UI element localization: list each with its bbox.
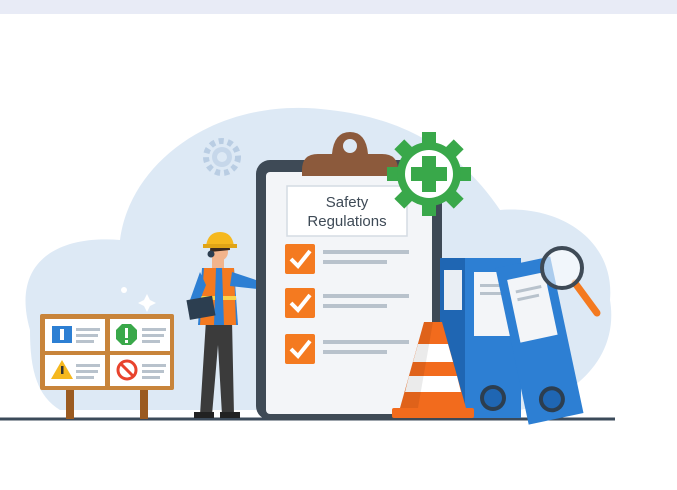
medical-gear-icon — [387, 132, 471, 216]
clipboard-title-line1: Safety — [326, 194, 369, 211]
clipboard-title-line2: Regulations — [307, 213, 386, 230]
safety-regulations-illustration: Safety Regulations — [0, 107, 615, 425]
page: Safety Regulations — [0, 0, 677, 490]
sparkle-icon — [121, 287, 127, 293]
info-icon — [52, 326, 100, 343]
